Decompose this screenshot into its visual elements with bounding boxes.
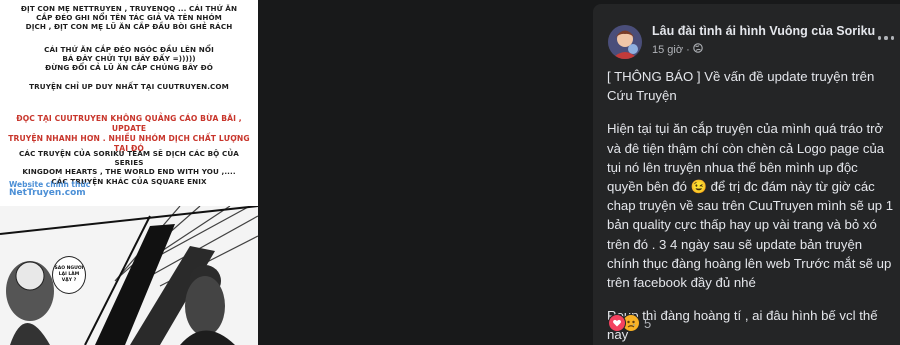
- watermark-site: NetTruyen.com: [9, 188, 86, 198]
- page-name-link[interactable]: Lâu đài tình ái hình Vuông của Soriku: [652, 24, 875, 38]
- reactions-summary[interactable]: 5: [608, 314, 651, 332]
- cuutruyen-notice: Đọc tại Cuutruyen không quảng cáo bừa bã…: [4, 114, 254, 154]
- speech-bubble-text: Sao ngươi lại làm vậy ?: [54, 266, 84, 283]
- watermark: Website chính thức NetTruyen.com: [9, 180, 90, 198]
- post-body: [ THÔNG BÁO ] Về vấn đề update truyện tr…: [607, 67, 897, 345]
- post-meta: 15 giờ ·: [652, 43, 703, 56]
- insult-line: Cái thứ ăn cắp đéo ngóc đầu lên nổi: [44, 45, 214, 54]
- speech-bubble: Sao ngươi lại làm vậy ?: [52, 256, 86, 294]
- upload-location-text: Truyện chỉ up duy nhất tại Cuutruyen.com: [29, 82, 229, 91]
- credits-text: Địt con mẹ NETTRUYEN , TRUYENQQ ... cái …: [10, 4, 248, 32]
- manga-panel-art: [0, 206, 258, 345]
- post-paragraph: Hiện tại tụi ăn cắp truyện của mình quá …: [607, 121, 894, 291]
- love-reaction-icon: [608, 314, 626, 332]
- insult-text: Cái thứ ăn cắp đéo ngóc đầu lên nổi bá đ…: [10, 45, 248, 73]
- insult-line: Đừng đổi cả lũ ăn cắp chúng bây đó: [45, 63, 213, 73]
- reaction-count: 5: [644, 315, 652, 331]
- page-avatar[interactable]: [608, 25, 642, 59]
- more-options-icon[interactable]: [878, 34, 894, 42]
- notice-line: Đọc tại Cuutruyen không quảng cáo bừa bã…: [16, 114, 242, 133]
- series-line: Kingdom Hearts , The World End With You …: [22, 167, 236, 177]
- facebook-post: Lâu đài tình ái hình Vuông của Soriku 15…: [593, 4, 900, 345]
- meta-separator: ·: [686, 43, 690, 56]
- manga-page-image: Địt con mẹ NETTRUYEN , TRUYENQQ ... cái …: [0, 0, 258, 345]
- manga-panel: Sao ngươi lại làm vậy ?: [0, 206, 258, 345]
- notice-line: truyện nhanh hơn . Nhiều nhóm dịch chất …: [8, 134, 250, 143]
- series-line: Các truyện của Soriku team sẽ dịch các b…: [19, 149, 239, 168]
- post-paragraph: [ THÔNG BÁO ] Về vấn đề update truyện tr…: [607, 69, 875, 104]
- post-timestamp[interactable]: 15 giờ: [652, 44, 683, 56]
- globe-icon: [693, 43, 703, 56]
- credits-line: dịch , địt con mẹ lũ ăn cắp đầu bòi ghẻ …: [25, 22, 233, 32]
- avatar-image: [608, 25, 642, 59]
- credits-line: Địt con mẹ NETTRUYEN , TRUYENQQ ... cái …: [20, 4, 238, 13]
